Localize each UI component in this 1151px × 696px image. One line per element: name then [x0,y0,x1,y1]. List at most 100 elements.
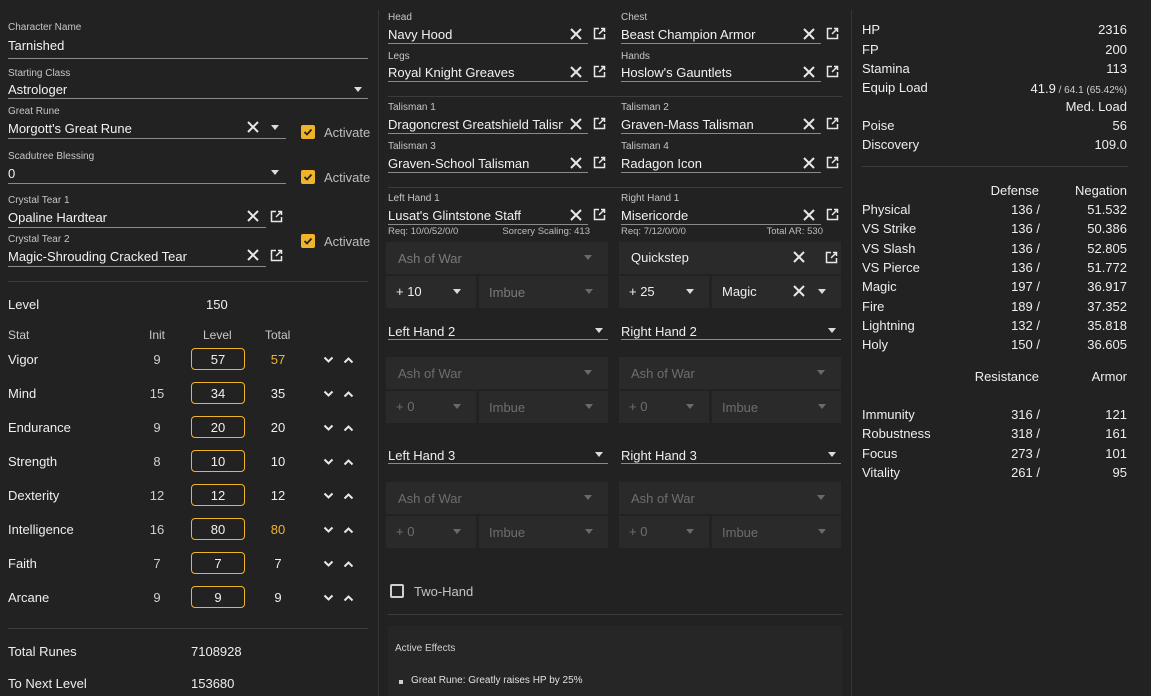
ash-of-war-clear-icon[interactable] [792,250,806,264]
upgrade-dropdown-icon[interactable] [686,529,694,534]
chevron-up-icon[interactable] [341,422,355,434]
left-hand-2-ash-of-war-select[interactable]: Ash of War [386,357,608,389]
left-hand-2-imbue-select[interactable]: Imbue [479,391,608,423]
chevron-up-icon[interactable] [341,558,355,570]
talisman-4-clear-icon[interactable] [802,156,816,170]
right-hand-1-select[interactable]: Misericorde [621,208,799,223]
chevron-down-icon[interactable] [321,524,335,536]
right-hand-2-upgrade-select[interactable]: + 0 [619,391,709,423]
upgrade-dropdown-icon[interactable] [453,404,461,409]
left-hand-1-clear-icon[interactable] [569,208,583,222]
talisman-4-select[interactable]: Radagon Icon [621,156,799,171]
talisman-1-select[interactable]: Dragoncrest Greatshield Talisman [388,117,563,132]
imbue-dropdown-icon[interactable] [818,529,826,534]
upgrade-dropdown-icon[interactable] [453,289,461,294]
ash-of-war-dropdown-icon[interactable] [584,370,592,375]
stat-level-input[interactable]: 10 [191,450,245,472]
right-hand-3-dropdown-icon[interactable] [828,452,836,457]
two-hand-checkbox[interactable] [390,584,404,598]
stat-level-input[interactable]: 7 [191,552,245,574]
right-hand-2-ash-of-war-select[interactable]: Ash of War [619,357,841,389]
ash-of-war-dropdown-icon[interactable] [584,495,592,500]
chevron-down-icon[interactable] [321,592,335,604]
chevron-up-icon[interactable] [341,354,355,366]
legs-open-icon[interactable] [592,64,606,78]
great-rune-clear-icon[interactable] [246,120,260,134]
crystal-tear-2-clear-icon[interactable] [246,248,260,262]
left-hand-1-imbue-select[interactable]: Imbue [479,276,608,308]
crystal-tear-1-open-icon[interactable] [269,209,283,223]
starting-class-select[interactable]: Astrologer [8,82,338,97]
great-rune-select[interactable]: Morgott's Great Rune [8,121,243,136]
stat-level-input[interactable]: 34 [191,382,245,404]
chevron-down-icon[interactable] [321,456,335,468]
left-hand-3-select[interactable]: Left Hand 3 [388,448,455,463]
chest-clear-icon[interactable] [802,27,816,41]
upgrade-dropdown-icon[interactable] [453,529,461,534]
crystal-tear-1-select[interactable]: Opaline Hardtear [8,210,243,225]
right-hand-2-dropdown-icon[interactable] [828,328,836,333]
right-hand-1-imbue-select[interactable]: Magic [712,276,841,308]
left-hand-3-dropdown-icon[interactable] [595,452,603,457]
imbue-dropdown-icon[interactable] [818,289,826,294]
left-hand-2-upgrade-select[interactable]: + 0 [386,391,476,423]
chevron-down-icon[interactable] [321,354,335,366]
talisman-4-open-icon[interactable] [825,155,839,169]
imbue-dropdown-icon[interactable] [585,289,593,294]
right-hand-3-ash-of-war-select[interactable]: Ash of War [619,482,841,514]
right-hand-1-ash-of-war-select[interactable]: Quickstep [619,242,841,274]
left-hand-2-dropdown-icon[interactable] [595,328,603,333]
chevron-down-icon[interactable] [321,388,335,400]
crystal-tear-activate-checkbox[interactable] [301,234,315,248]
chevron-up-icon[interactable] [341,456,355,468]
legs-select[interactable]: Royal Knight Greaves [388,65,566,80]
crystal-tear-2-select[interactable]: Magic-Shrouding Cracked Tear [8,249,243,264]
stat-level-input[interactable]: 12 [191,484,245,506]
talisman-2-open-icon[interactable] [825,116,839,130]
chevron-up-icon[interactable] [341,524,355,536]
crystal-tear-2-open-icon[interactable] [269,248,283,262]
stat-level-input[interactable]: 20 [191,416,245,438]
legs-clear-icon[interactable] [569,65,583,79]
ash-of-war-dropdown-icon[interactable] [817,370,825,375]
left-hand-3-ash-of-war-select[interactable]: Ash of War [386,482,608,514]
talisman-3-open-icon[interactable] [592,155,606,169]
chevron-up-icon[interactable] [341,592,355,604]
imbue-dropdown-icon[interactable] [585,404,593,409]
starting-class-dropdown-icon[interactable] [354,87,362,92]
crystal-tear-1-clear-icon[interactable] [246,209,260,223]
right-hand-3-imbue-select[interactable]: Imbue [712,516,841,548]
left-hand-1-open-icon[interactable] [592,207,606,221]
left-hand-1-ash-of-war-select[interactable]: Ash of War [386,242,608,274]
right-hand-3-select[interactable]: Right Hand 3 [621,448,697,463]
right-hand-1-clear-icon[interactable] [802,208,816,222]
chevron-down-icon[interactable] [321,558,335,570]
upgrade-dropdown-icon[interactable] [686,289,694,294]
ash-of-war-open-icon[interactable] [824,250,838,264]
chest-select[interactable]: Beast Champion Armor [621,27,799,42]
character-name-input[interactable]: Tarnished [8,38,368,53]
great-rune-dropdown-icon[interactable] [271,125,279,130]
great-rune-activate-checkbox[interactable] [301,125,315,139]
hands-open-icon[interactable] [825,64,839,78]
hands-clear-icon[interactable] [802,65,816,79]
talisman-2-clear-icon[interactable] [802,117,816,131]
chevron-up-icon[interactable] [341,388,355,400]
ash-of-war-dropdown-icon[interactable] [817,495,825,500]
talisman-3-clear-icon[interactable] [569,156,583,170]
left-hand-3-imbue-select[interactable]: Imbue [479,516,608,548]
imbue-dropdown-icon[interactable] [585,529,593,534]
left-hand-1-select[interactable]: Lusat's Glintstone Staff [388,208,566,223]
upgrade-dropdown-icon[interactable] [686,404,694,409]
chevron-down-icon[interactable] [321,490,335,502]
left-hand-1-upgrade-select[interactable]: + 10 [386,276,476,308]
talisman-2-select[interactable]: Graven-Mass Talisman [621,117,799,132]
right-hand-2-imbue-select[interactable]: Imbue [712,391,841,423]
left-hand-2-select[interactable]: Left Hand 2 [388,324,455,339]
ash-of-war-dropdown-icon[interactable] [584,255,592,260]
stat-level-input[interactable]: 80 [191,518,245,540]
scadutree-select[interactable]: 0 [8,166,258,181]
right-hand-1-open-icon[interactable] [825,207,839,221]
talisman-1-clear-icon[interactable] [569,117,583,131]
right-hand-3-upgrade-select[interactable]: + 0 [619,516,709,548]
